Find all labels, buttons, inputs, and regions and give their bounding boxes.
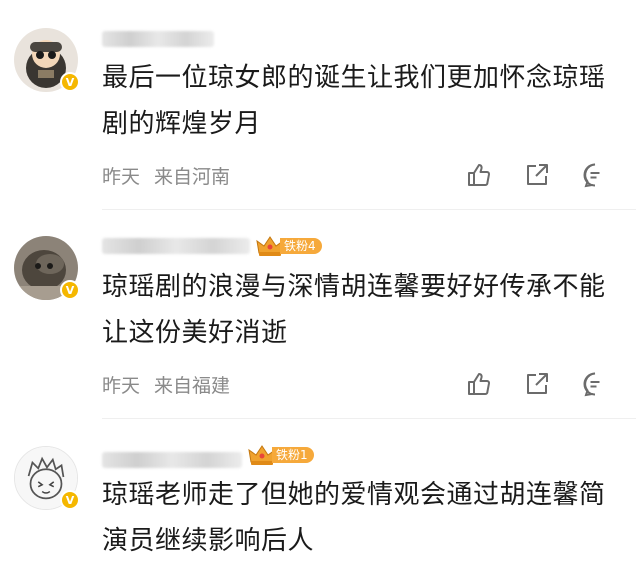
like-button[interactable] (466, 371, 492, 397)
comment-meta: 昨天 来自福建 (102, 371, 244, 398)
username-blurred[interactable] (102, 452, 242, 468)
share-button[interactable] (524, 162, 550, 188)
verified-v-icon: V (60, 490, 80, 510)
comment-text: 琼瑶剧的浪漫与深情胡连馨要好好传承不能让这份美好消逝 (102, 272, 606, 348)
comment-icon (583, 372, 600, 397)
comment-text: 琼瑶老师走了但她的爱情观会通过胡连馨简演员继续影响后人 (102, 480, 606, 556)
comment-actions (466, 371, 608, 397)
fan-level-label: 铁粉4 (280, 238, 322, 254)
username-blurred[interactable] (102, 31, 214, 47)
fan-level-label: 铁粉1 (272, 447, 314, 463)
divider (102, 209, 636, 210)
share-icon (527, 373, 548, 394)
fan-badge: 铁粉4 (256, 235, 322, 257)
comment-time: 昨天 (102, 166, 141, 188)
comment-text: 最后一位琼女郎的诞生让我们更加怀念琼瑶剧的辉煌岁月 (102, 63, 606, 139)
verified-v-icon: V (60, 280, 80, 300)
like-button[interactable] (466, 162, 492, 188)
reply-button[interactable] (582, 371, 608, 397)
username-blurred[interactable] (102, 238, 250, 254)
verified-v-icon: V (60, 72, 80, 92)
comment-actions (466, 162, 608, 188)
comment-meta: 昨天 来自河南 (102, 162, 244, 189)
thumbs-up-icon (468, 164, 490, 187)
comment-location: 来自河南 (154, 166, 231, 188)
share-button[interactable] (524, 371, 550, 397)
reply-button[interactable] (582, 162, 608, 188)
comment-location: 来自福建 (154, 375, 231, 397)
avatar[interactable]: V (14, 446, 80, 510)
divider (102, 418, 636, 419)
comment-icon (583, 163, 600, 188)
avatar[interactable]: V (14, 236, 80, 300)
comment-time: 昨天 (102, 375, 141, 397)
thumbs-up-icon (468, 373, 490, 396)
fan-badge: 铁粉1 (248, 444, 314, 466)
share-icon (527, 164, 548, 185)
avatar[interactable]: V (14, 28, 80, 92)
